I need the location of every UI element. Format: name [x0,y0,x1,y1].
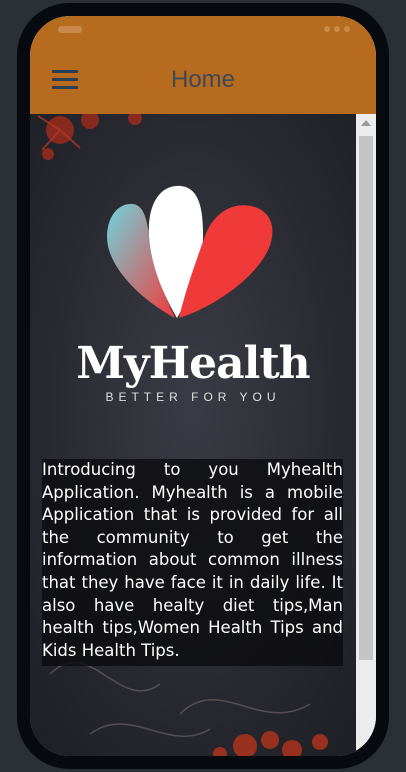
screen: Home MyHealth BETTER FOR YOU Introducing… [30,16,376,756]
page-title: Home [170,66,236,93]
wifi-icon [334,26,340,32]
scroll-up-icon[interactable] [361,120,371,126]
status-bar [30,16,376,46]
brand-tagline: BETTER FOR YOU [105,390,281,404]
battery-icon [344,26,350,32]
phone-frame: Home MyHealth BETTER FOR YOU Introducing… [17,3,389,769]
myhealth-logo [107,185,273,318]
app-bar: Home [30,46,376,114]
scroll-thumb[interactable] [359,136,373,660]
scrollbar[interactable] [356,114,376,756]
status-time [58,26,82,33]
intro-text: Introducing to you Myhealth Application.… [42,459,343,667]
status-icons [324,26,350,32]
signal-icon [324,26,330,32]
brand-name: MyHealth [76,338,310,389]
main-content[interactable]: MyHealth BETTER FOR YOU Introducing to y… [30,114,356,756]
